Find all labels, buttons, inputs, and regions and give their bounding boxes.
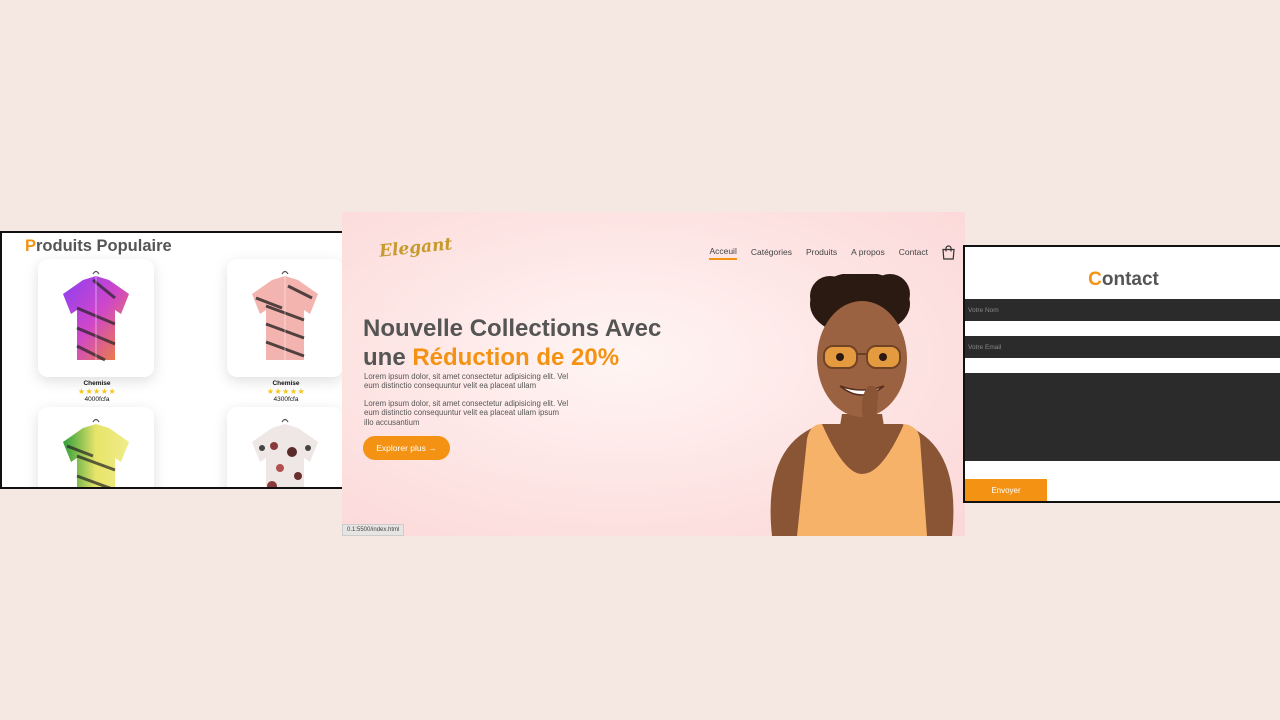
nav-item-a-propos[interactable]: A propos [851, 247, 885, 259]
brand-logo[interactable]: Elegant [378, 234, 453, 262]
product-card[interactable] [38, 407, 156, 487]
shirt-icon [63, 418, 129, 487]
product-card[interactable]: Chemise ★★★★★ 4000fcfa [38, 259, 156, 403]
hero-paragraph-1: Lorem ipsum dolor, sit amet consectetur … [364, 372, 569, 391]
nav-item-acceuil[interactable]: Acceuil [709, 246, 737, 260]
product-card[interactable] [227, 407, 343, 487]
title-accent-letter: C [1088, 269, 1102, 290]
contact-panel: Contact Envoyer [963, 245, 1280, 503]
main-nav: Acceuil Catégories Produits A propos Con… [709, 245, 955, 260]
popular-products-title: Produits Populaire [25, 237, 172, 256]
explore-more-button[interactable]: Explorer plus → [363, 436, 450, 460]
hero-panel: Elegant Acceuil Catégories Produits A pr… [342, 212, 965, 536]
hero-paragraph-2: Lorem ipsum dolor, sit amet consectetur … [364, 399, 569, 427]
product-name: Chemise [272, 380, 300, 387]
product-price: 4000fcfa [84, 396, 110, 403]
name-field[interactable] [965, 299, 1280, 321]
hero-model-image [770, 274, 954, 536]
shopping-bag-icon[interactable] [942, 245, 955, 260]
hero-headline-line2-plain: une [363, 344, 413, 371]
send-button[interactable]: Envoyer [965, 479, 1047, 501]
popular-products-panel: Produits Populaire Chemise ★★★★★ 4000fcf… [0, 231, 345, 489]
product-image-card[interactable] [227, 407, 343, 487]
message-field[interactable] [965, 373, 1280, 461]
product-card[interactable]: Chemise ★★★★★ 4300fcfa [227, 259, 343, 403]
title-rest: roduits Populaire [36, 237, 172, 255]
product-name: Chemise [83, 380, 111, 387]
shirt-icon [63, 270, 129, 362]
hero-headline-line1: Nouvelle Collections Avec [363, 315, 662, 342]
shirt-icon [252, 418, 318, 487]
nav-item-categories[interactable]: Catégories [751, 247, 792, 259]
browser-status-url: 0.1:5500/index.html [342, 524, 405, 536]
star-rating: ★★★★★ [266, 387, 306, 396]
nav-item-contact[interactable]: Contact [899, 247, 928, 259]
hero-headline: Nouvelle Collections Avec une Réduction … [363, 314, 661, 372]
email-field[interactable] [965, 336, 1280, 358]
star-rating: ★★★★★ [77, 387, 117, 396]
shirt-icon [252, 270, 318, 360]
contact-title: Contact [965, 269, 1280, 291]
nav-item-produits[interactable]: Produits [806, 247, 837, 259]
product-image-card[interactable] [38, 407, 154, 487]
product-image-card[interactable] [38, 259, 154, 377]
product-price: 4300fcfa [273, 396, 299, 403]
hero-headline-discount: Réduction de 20% [412, 344, 620, 371]
title-rest: ontact [1101, 269, 1159, 290]
title-accent-letter: P [25, 237, 37, 255]
product-image-card[interactable] [227, 259, 343, 377]
